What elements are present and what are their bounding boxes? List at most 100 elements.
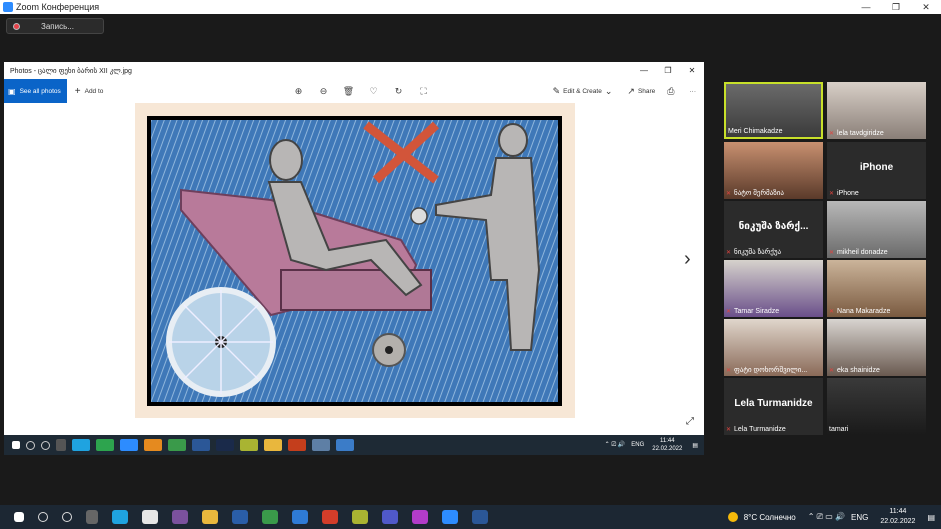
edge-icon[interactable] — [112, 510, 128, 524]
record-button[interactable]: Запись... — [6, 18, 104, 34]
photos-maximize-button[interactable]: ❐ — [656, 66, 680, 75]
print-icon: ⎙ — [667, 85, 675, 96]
muted-mic-icon: ✕ — [829, 309, 835, 315]
participant-tile[interactable]: ✕ mikheil donadze — [827, 201, 926, 258]
share-button[interactable]: ↗ Share — [627, 86, 655, 97]
expand-icon[interactable]: ⤢ — [686, 416, 694, 427]
participant-tile[interactable]: iPhone ✕ iPhone — [827, 142, 926, 199]
participant-name: Nana Makaradze — [837, 308, 891, 315]
chevron-down-icon: ⌄ — [604, 85, 613, 96]
photo-drawing — [147, 116, 562, 406]
app-icon — [96, 439, 114, 451]
word-icon[interactable] — [472, 510, 488, 524]
participant-tile[interactable]: tamari — [827, 378, 926, 435]
rotate-icon[interactable]: ↻ — [386, 86, 411, 97]
drawing-image — [151, 120, 558, 402]
participant-tile[interactable]: ✕ Nana Makaradze — [827, 260, 926, 317]
folder-icon[interactable] — [202, 510, 218, 524]
participant-tile[interactable]: Meri Chimakadze — [724, 82, 823, 139]
cortana-icon[interactable] — [62, 512, 72, 522]
zoom-window-title: Zoom Конференция — [16, 2, 100, 12]
participant-tile[interactable]: ✕ ფატი დოხორშვილი... — [724, 319, 823, 376]
clock[interactable]: 11:44 22.02.2022 — [880, 507, 915, 527]
photoshop-icon — [216, 439, 234, 451]
participant-tile[interactable]: ✕ eka shainidze — [827, 319, 926, 376]
chrome-icon — [168, 439, 186, 451]
zoom-in-icon[interactable]: ⊕ — [286, 86, 311, 97]
task-view-icon[interactable] — [86, 510, 98, 524]
edit-create-button[interactable]: ✎ Edit & Create ⌄ — [553, 86, 616, 97]
clock: 11:44 22.02.2022 — [652, 437, 682, 453]
tray-icons[interactable]: ⌃ ⎚ ▭ 🔊 — [808, 512, 845, 522]
teams-icon[interactable] — [382, 510, 398, 524]
app-icon — [144, 439, 162, 451]
see-all-photos-button[interactable]: ▣ See all photos — [4, 79, 67, 103]
app-icon[interactable] — [322, 510, 338, 524]
participant-name: ნიკუშა ზარქუა — [734, 249, 782, 256]
photos-close-button[interactable]: ✕ — [680, 66, 704, 75]
participant-placeholder-name: ნიკუშა ზარქ... — [738, 221, 809, 232]
muted-mic-icon: ✕ — [726, 367, 732, 374]
powerpoint-icon — [288, 439, 306, 451]
participant-tile[interactable]: Lela Turmanidze ✕ Lela Turmanidze — [724, 378, 823, 435]
participant-name: iPhone — [837, 190, 859, 197]
participant-name: mikheil donadze — [837, 249, 888, 256]
chrome-icon[interactable] — [262, 510, 278, 524]
delete-icon[interactable]: 🗑 — [336, 86, 361, 97]
record-icon — [13, 22, 20, 30]
next-photo-icon[interactable]: › — [684, 248, 691, 271]
language-indicator[interactable]: ENG — [851, 513, 868, 522]
zoom-logo-icon — [3, 2, 13, 12]
more-button[interactable]: ··· — [690, 88, 697, 95]
photos-minimize-button[interactable]: — — [632, 66, 656, 75]
plus-icon: + — [74, 85, 81, 97]
tray-icons: ⌃ ⎚ 🔊 — [604, 442, 626, 448]
notifications-icon[interactable]: ▤ — [927, 513, 935, 522]
participant-tile[interactable]: ✕ lela tavdgiridze — [827, 82, 926, 139]
windows-start-icon[interactable] — [14, 512, 24, 522]
zoom-out-icon[interactable]: ⊖ — [311, 86, 336, 97]
mail-icon[interactable] — [292, 510, 308, 524]
participant-placeholder-name: iPhone — [859, 162, 894, 173]
weather-widget[interactable]: 8°C Солнечно — [727, 512, 796, 522]
minimize-button[interactable]: — — [851, 0, 881, 14]
see-all-label: See all photos — [19, 87, 61, 95]
muted-mic-icon: ✕ — [726, 309, 732, 315]
zoom-titlebar: Zoom Конференция — ❐ ✕ — [0, 0, 941, 14]
add-to-button[interactable]: + Add to — [75, 86, 104, 97]
app-icon[interactable] — [352, 510, 368, 524]
participant-tile[interactable]: ✕ Tamar Siradze — [724, 260, 823, 317]
store-icon[interactable] — [142, 510, 158, 524]
close-button[interactable]: ✕ — [911, 0, 941, 14]
participant-tile[interactable]: ნიკუშა ზარქ... ✕ ნიკუშა ზარქუა — [724, 201, 823, 258]
crop-icon[interactable]: ⛶ — [411, 86, 436, 97]
participant-name: tamari — [829, 426, 849, 433]
notifications-icon[interactable]: ▤ — [692, 442, 698, 449]
app-icon — [240, 439, 258, 451]
participant-tile[interactable]: ✕ ნატო შერმაზია — [724, 142, 823, 199]
viber-icon[interactable] — [172, 510, 188, 524]
edge-icon — [72, 439, 90, 451]
participant-name: Meri Chimakadze — [728, 128, 783, 135]
folder-icon — [264, 439, 282, 451]
favorite-icon[interactable]: ♡ — [361, 86, 386, 97]
task-view-icon — [56, 439, 66, 451]
record-label: Запись... — [41, 21, 74, 31]
print-button[interactable]: ⎙ — [667, 86, 677, 97]
messenger-icon[interactable] — [412, 510, 428, 524]
shared-taskbar: ⌃ ⎚ 🔊 ENG 11:44 22.02.2022 ▤ — [4, 435, 704, 455]
participant-name: ნატო შერმაზია — [734, 190, 784, 197]
maximize-button[interactable]: ❐ — [881, 0, 911, 14]
participant-name: Lela Turmanidze — [734, 426, 786, 433]
zoom-icon[interactable] — [442, 510, 458, 524]
clock-time: 11:44 — [889, 508, 907, 515]
share-icon: ↗ — [627, 85, 635, 96]
photos-window-title: Photos - ცალი ფეხი ბარის XII კლ.jpg — [10, 67, 132, 75]
participant-placeholder-name: Lela Turmanidze — [734, 398, 813, 409]
app-icon[interactable] — [232, 510, 248, 524]
share-label: Share — [637, 87, 656, 95]
app-icon — [312, 439, 330, 451]
search-icon[interactable] — [38, 512, 48, 522]
zoom-icon — [120, 439, 138, 451]
sun-icon — [727, 512, 738, 522]
